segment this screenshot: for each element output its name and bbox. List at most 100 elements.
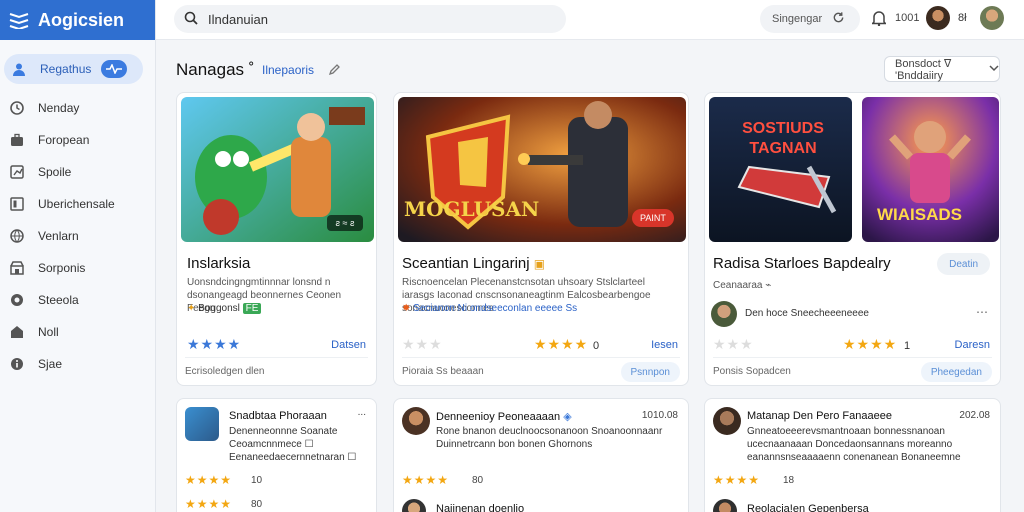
- info-icon: [10, 357, 24, 371]
- search-input[interactable]: Ilndanuian: [174, 5, 566, 33]
- review-card[interactable]: Denneenioy Peoneaaaan ◈ 1010.08 Rone bna…: [393, 398, 689, 512]
- sidebar-item-label: Noll: [38, 325, 59, 339]
- rating-stars: ★★★★: [185, 473, 233, 487]
- stack-icon: [8, 11, 30, 31]
- game-description-text: Ceanaaraa: [713, 280, 763, 291]
- trophy-icon: ✦: [187, 303, 196, 314]
- sidebar-item-label: Sjae: [38, 357, 63, 371]
- sidebar-item-5[interactable]: Venlarn: [0, 220, 155, 252]
- game-title[interactable]: Sceantian Lingarinj ▣: [402, 255, 545, 272]
- details-link[interactable]: Datsen: [331, 339, 366, 351]
- app-logo[interactable]: Aogicsien: [0, 0, 155, 40]
- image-badge: ƨ ≈ ƨ: [327, 215, 363, 231]
- rating-stars-secondary: ★★★★: [185, 497, 233, 511]
- app-root: Aogicsien Regathus Nenday Foropean Spoil…: [0, 0, 1024, 512]
- game-meta-text: Secianon Ni ondseeconlan eeeee Ss: [413, 303, 578, 314]
- avatar[interactable]: [185, 407, 219, 441]
- more-options-icon[interactable]: ...: [358, 407, 366, 418]
- footer-button[interactable]: Pheegedan: [920, 362, 992, 382]
- sidebar-item-label: Spoile: [38, 165, 72, 179]
- edit-icon[interactable]: [328, 63, 341, 76]
- review-time: 1010.08: [641, 410, 678, 421]
- footer-text: Ecrisoledgen dlen: [185, 366, 265, 377]
- reviewer-name: Naiinenan doenlio: [436, 503, 525, 512]
- sidebar-item-label: Venlarn: [38, 229, 79, 243]
- game-title-text: Sceantian Lingarinj: [402, 255, 530, 272]
- more-options-icon[interactable]: ⋯: [976, 305, 988, 319]
- bell-icon[interactable]: [870, 10, 888, 27]
- game-meta-text: Boggonsl: [198, 303, 240, 314]
- sort-label: Singengar: [772, 13, 823, 25]
- rating-count: 18: [783, 475, 795, 486]
- details-button[interactable]: Deatin: [937, 253, 990, 275]
- user-label: 8ł: [958, 12, 967, 24]
- game-title[interactable]: Inslarksia: [187, 255, 250, 272]
- sidebar-item-6[interactable]: Sorponis: [0, 252, 155, 284]
- sidebar-item-8[interactable]: Noll: [0, 316, 155, 348]
- header-link[interactable]: Ilnepaoris: [262, 63, 314, 77]
- rating-stars: ★★★★: [534, 336, 589, 352]
- sidebar-item-2[interactable]: Foropean: [0, 124, 155, 156]
- rating-count: 80: [472, 475, 484, 486]
- meta-badge: FE: [242, 303, 262, 314]
- game-card[interactable]: ƨ ≈ ƨ Inslarksia Uonsndcingngmtinnnar lo…: [176, 92, 377, 386]
- avatar[interactable]: [926, 6, 950, 30]
- sidebar-item-4[interactable]: Uberichensale: [0, 188, 155, 220]
- review-card[interactable]: Snadbtaa Phoraaan ... Denenneonnne Soana…: [176, 398, 377, 512]
- sidebar-item-label: Nenday: [38, 101, 80, 115]
- avatar[interactable]: [713, 499, 737, 512]
- rating-stars: ★★★★: [402, 473, 450, 487]
- rating-stars: ★★★★: [713, 473, 761, 487]
- avatar[interactable]: [402, 499, 426, 512]
- sidebar-item-active[interactable]: Regathus: [4, 54, 143, 84]
- globe-icon: [10, 229, 24, 243]
- card-footer: Pioraia Ss beaaan Psnnpon: [402, 357, 680, 385]
- sidebar-item-label: Foropean: [38, 133, 90, 147]
- refresh-icon: [822, 11, 845, 27]
- rating-stars: ★★★★: [187, 336, 242, 352]
- image-badge: PAINT: [632, 209, 674, 227]
- sidebar-item-3[interactable]: Spoile: [0, 156, 155, 188]
- avatar[interactable]: [713, 407, 741, 435]
- lock-icon: ▣: [533, 257, 546, 271]
- briefcase-icon: [10, 133, 24, 147]
- sort-button[interactable]: Singengar: [760, 5, 860, 33]
- footer-button[interactable]: Psnnpon: [620, 362, 680, 382]
- chevron-down-icon: [983, 63, 999, 76]
- reviewer-name-text: Denneenioy Peoneaaaan: [436, 411, 561, 423]
- sidebar-item-9[interactable]: Sjae: [0, 348, 155, 380]
- reviewer-line: Den hoce Sneecheeeneeee: [745, 308, 869, 319]
- avatar[interactable]: [711, 301, 737, 327]
- details-link[interactable]: Daresn: [955, 339, 990, 351]
- reviewer-name: Matanap Den Pero Fanaaeee: [747, 410, 892, 422]
- game-description: Ceanaaraa ⌁: [713, 279, 773, 292]
- user-icon: [12, 62, 26, 76]
- game-title[interactable]: Radisa Starloes Bapdealry: [713, 255, 891, 272]
- profile-avatar[interactable]: [980, 6, 1004, 30]
- faded-stars: ★★★: [402, 336, 443, 352]
- circle-icon: [10, 293, 24, 307]
- rating-count: 1: [904, 340, 911, 352]
- details-link[interactable]: Iesen: [651, 339, 678, 351]
- reviewer-name: Reolacia!en Gepenbersa: [747, 503, 869, 512]
- sidebar-item-7[interactable]: Steeola: [0, 284, 155, 316]
- notification-count: 1001: [895, 12, 920, 24]
- game-card[interactable]: MOGLUSAN PAINT Sceantian Lingarinj ▣ Ris…: [393, 92, 689, 386]
- sidebar-item-1[interactable]: Nenday: [0, 92, 155, 124]
- sidebar-item-label: Sorponis: [38, 261, 86, 275]
- avatar[interactable]: [402, 407, 430, 435]
- game-card[interactable]: SOSTIUDS TAGNAN WIAISADS Radisa Starloes…: [704, 92, 1001, 386]
- app-name: Aogicsien: [38, 9, 125, 30]
- filter-dropdown[interactable]: Bonsdoct ᐁ 'Bnddaiiry: [884, 56, 1000, 82]
- sidebar: Aogicsien Regathus Nenday Foropean Spoil…: [0, 0, 156, 512]
- chart-icon: [10, 165, 24, 179]
- footer-text: Pioraia Ss beaaan: [402, 366, 484, 377]
- review-card[interactable]: Matanap Den Pero Fanaaeee 202.08 Gnneato…: [704, 398, 1001, 512]
- tag-icon: ⌁: [765, 280, 772, 291]
- game-banner: MOGLUSAN: [404, 197, 540, 221]
- clock-icon: [10, 101, 24, 115]
- footer-text: Ponsis Sopadcen: [713, 366, 791, 377]
- reviewer-name: Denneenioy Peoneaaaan ◈: [436, 410, 572, 423]
- verified-icon: ◈: [563, 411, 572, 423]
- card-footer: Ecrisoledgen dlen: [185, 357, 368, 385]
